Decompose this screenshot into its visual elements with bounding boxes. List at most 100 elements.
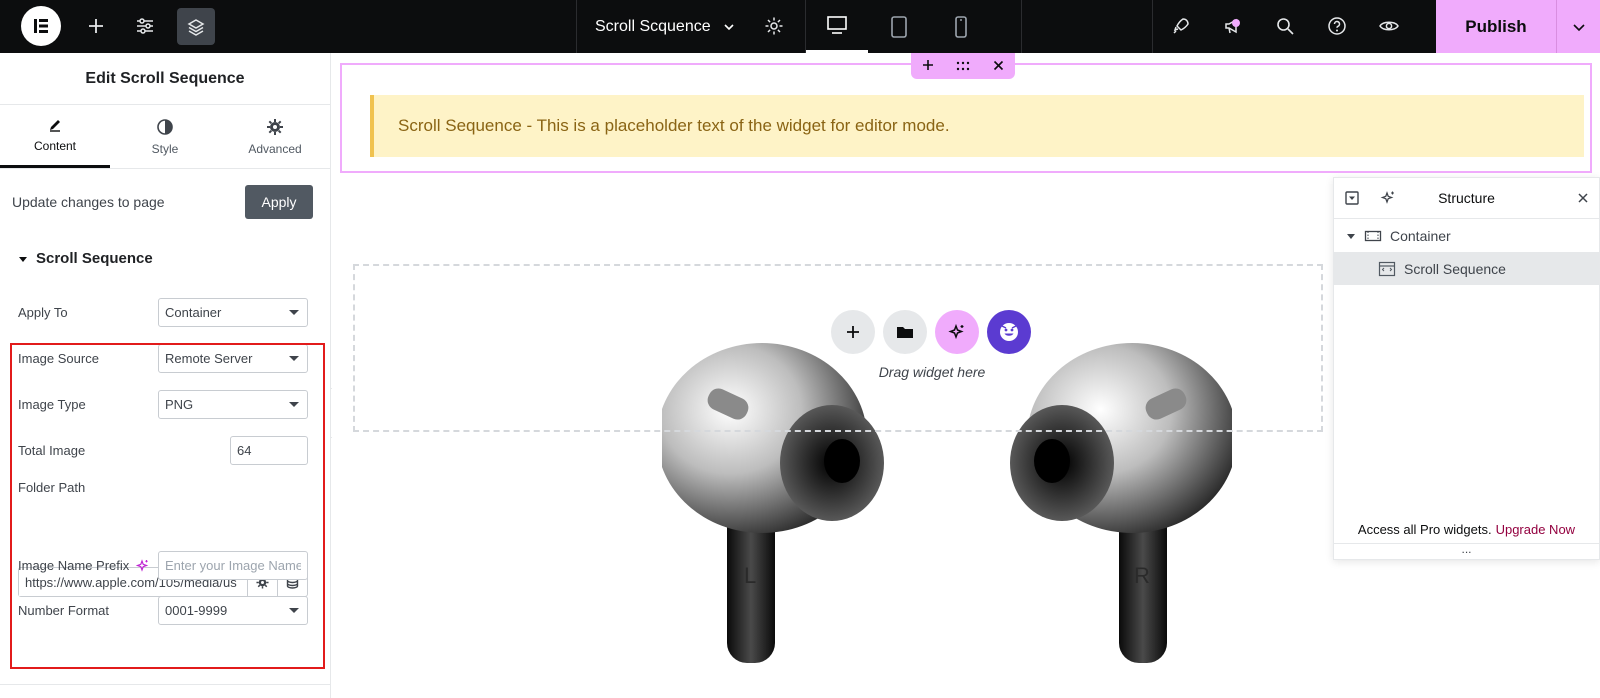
widget-icon [1378, 261, 1396, 276]
ai-build-button[interactable] [935, 310, 979, 354]
panel-divider [0, 684, 331, 685]
gear-icon [765, 17, 783, 35]
add-container-button[interactable] [922, 58, 934, 74]
structure-item-container[interactable]: Container [1334, 219, 1599, 252]
editor-panel: Edit Scroll Sequence Content Style Advan… [0, 53, 331, 698]
drop-zone-actions [831, 310, 1031, 354]
right-toolbar [1152, 0, 1436, 53]
add-section-button[interactable] [831, 310, 875, 354]
update-changes-row: Update changes to page Apply [12, 185, 313, 219]
structure-button[interactable] [177, 8, 215, 45]
widget-handle [911, 53, 1015, 79]
caret-down-icon [289, 310, 299, 315]
apply-button[interactable]: Apply [245, 185, 313, 219]
desktop-icon [827, 16, 847, 34]
folder-icon [897, 327, 913, 338]
search-icon [1277, 18, 1294, 35]
structure-close-button[interactable] [1577, 191, 1589, 209]
caret-down-icon [1347, 233, 1355, 239]
highlight-box [10, 343, 325, 669]
drag-widget-hint: Drag widget here [878, 364, 986, 380]
drag-dots-icon [957, 61, 970, 71]
apply-to-label: Apply To [18, 305, 68, 320]
apply-to-select[interactable]: Container [158, 298, 308, 327]
site-settings-button[interactable] [127, 8, 163, 44]
tablet-icon [891, 15, 907, 38]
dropdown-box-icon [1345, 191, 1359, 205]
add-element-button[interactable] [78, 8, 114, 44]
page-settings-button[interactable] [756, 8, 792, 44]
elementor-logo-button[interactable] [21, 6, 61, 46]
tab-advanced[interactable]: Advanced [220, 105, 330, 168]
publish-options-button[interactable] [1556, 0, 1600, 53]
plus-icon [923, 60, 934, 70]
apply-to-field: Apply To Container [18, 298, 308, 327]
mobile-icon [955, 15, 967, 38]
search-button[interactable] [1267, 8, 1303, 44]
tablet-mode-button[interactable] [868, 0, 930, 53]
panel-tabs: Content Style Advanced [0, 105, 330, 169]
brand-kit-button[interactable] [987, 310, 1031, 354]
layers-icon [187, 18, 205, 36]
structure-header: Structure [1334, 178, 1599, 219]
close-icon [1578, 193, 1588, 203]
elementor-logo-icon [34, 19, 48, 33]
upgrade-banner: Access all Pro widgets. Upgrade Now [1334, 522, 1599, 537]
gear-icon [267, 118, 283, 135]
tab-style-label: Style [151, 141, 179, 156]
launchpad-button[interactable] [1163, 8, 1199, 44]
earbud-right-mark: R [1134, 563, 1150, 588]
chevron-down-icon [724, 23, 734, 30]
publish-button[interactable]: Publish [1436, 0, 1556, 53]
structure-item-label: Container [1390, 227, 1451, 244]
structure-title: Structure [1438, 190, 1495, 206]
rocket-icon [1173, 18, 1189, 34]
pencil-icon [50, 120, 60, 132]
top-bar: Scroll Scquence Publish [0, 0, 1600, 53]
apply-to-value: Container [165, 305, 222, 320]
panel-title: Edit Scroll Sequence [0, 53, 330, 105]
close-icon [993, 60, 1003, 71]
plus-icon [89, 19, 103, 33]
smiley-face-icon [1000, 323, 1018, 341]
structure-resize-handle[interactable]: ... [1334, 543, 1599, 559]
structure-item-label: Scroll Sequence [1404, 260, 1506, 277]
ai-sparkle-icon [1380, 191, 1394, 204]
tab-advanced-label: Advanced [248, 141, 302, 156]
structure-collapse-button[interactable] [1344, 190, 1360, 211]
desktop-mode-button[interactable] [806, 0, 868, 53]
chevron-down-icon [1572, 23, 1585, 31]
plus-icon [847, 326, 859, 338]
scroll-sequence-section-toggle[interactable]: Scroll Sequence [18, 250, 153, 267]
selected-widget-frame[interactable]: Scroll Sequence - This is a placeholder … [340, 63, 1592, 173]
help-button[interactable] [1319, 8, 1355, 44]
placeholder-notice: Scroll Sequence - This is a placeholder … [370, 95, 1584, 157]
notification-dot [1232, 19, 1240, 27]
caret-down-icon [19, 256, 27, 262]
eye-icon [1379, 21, 1399, 31]
update-changes-text: Update changes to page [12, 194, 165, 210]
upgrade-now-link[interactable]: Upgrade Now [1496, 522, 1576, 537]
structure-ai-button[interactable] [1380, 190, 1396, 211]
half-circle-icon [157, 118, 173, 135]
upgrade-text: Access all Pro widgets. [1357, 522, 1492, 537]
notifications-button[interactable] [1215, 8, 1251, 44]
ai-sparkle-icon [948, 323, 964, 340]
add-template-button[interactable] [883, 310, 927, 354]
drag-handle-button[interactable] [956, 58, 970, 74]
document-title: Scroll Scquence [595, 17, 711, 35]
structure-item-scroll-sequence[interactable]: Scroll Sequence [1334, 252, 1599, 285]
container-icon [1364, 230, 1382, 241]
tab-content-label: Content [33, 139, 77, 153]
preview-button[interactable] [1371, 8, 1407, 44]
mobile-mode-button[interactable] [930, 0, 992, 53]
tab-style[interactable]: Style [110, 105, 220, 168]
sliders-icon [137, 18, 153, 34]
structure-panel: Structure Container Scroll Sequence Acce… [1333, 177, 1600, 560]
responsive-modes [806, 0, 1022, 53]
help-icon [1328, 17, 1346, 35]
earbud-left-mark: L [744, 563, 756, 588]
tab-content[interactable]: Content [0, 105, 110, 168]
section-title: Scroll Sequence [36, 250, 153, 267]
delete-container-button[interactable] [993, 58, 1004, 74]
